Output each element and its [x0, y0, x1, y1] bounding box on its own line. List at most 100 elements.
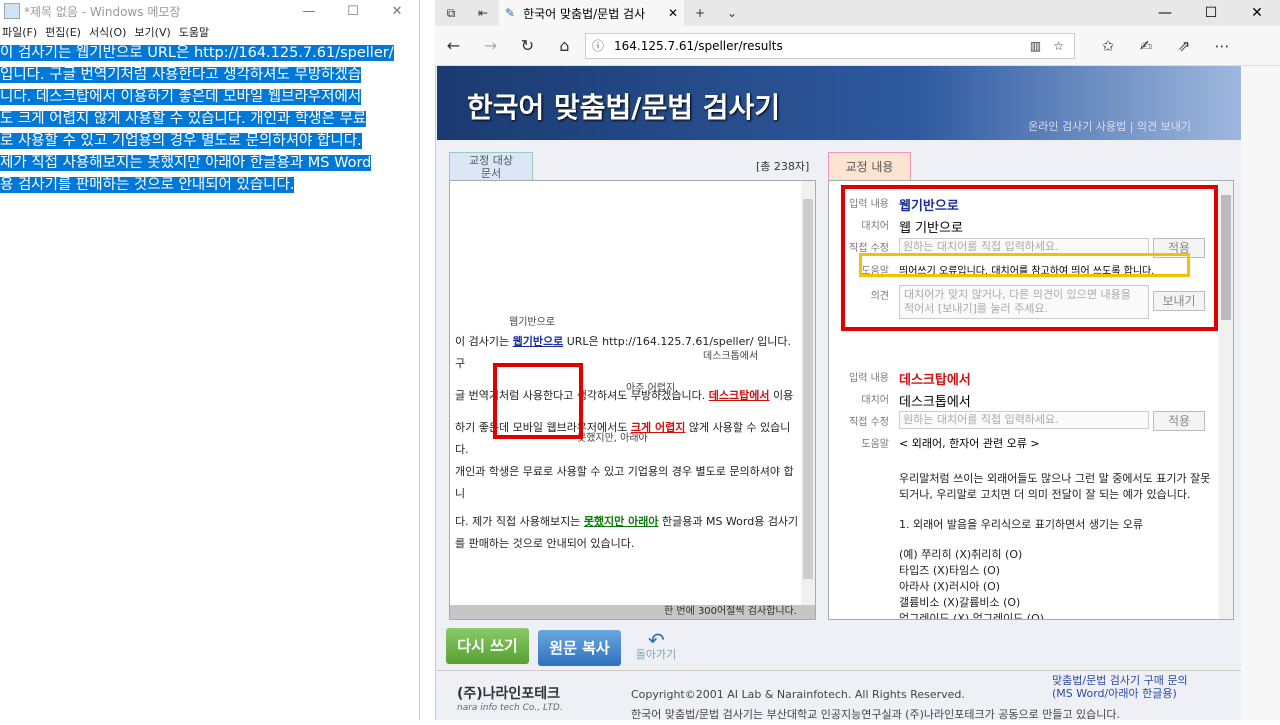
text-line: 로 사용할 수 있고 기업용의 경우 별도로 문의하셔야 합니다.: [0, 133, 362, 149]
text-line: 도 크게 어렵지 않게 사용할 수 있습니다. 개인과 학생은 무료: [0, 111, 367, 127]
page-footer: (주)나라인포테크 nara info tech Co., LTD. Copyri…: [437, 670, 1241, 721]
pen-icon[interactable]: ✍: [1131, 37, 1161, 55]
minimize-icon[interactable]: —: [287, 4, 331, 19]
purchase-link[interactable]: 맞춤법/문법 검사기 구매 문의 (MS Word/아래아 한글용): [1052, 674, 1188, 700]
tab-bar: ⧉ ⇤ ✎ 한국어 맞춤법/문법 검사 ✕ + ⌄ — ☐ ✕: [435, 0, 1280, 26]
help-body: 우리말처럼 쓰이는 외래어들도 많으나 그런 말 중에서도 표기가 잘못되거나,…: [899, 471, 1219, 620]
help-line: 업그레이드 (X) 업그레이드 (O): [899, 612, 1045, 620]
close-icon[interactable]: ✕: [375, 4, 419, 19]
browser-window: ⧉ ⇤ ✎ 한국어 맞춤법/문법 검사 ✕ + ⌄ — ☐ ✕ ← → ↻ ⌂ …: [435, 0, 1280, 721]
label-replacement: 대치어: [861, 395, 889, 406]
home-icon[interactable]: ⌂: [546, 36, 583, 55]
menu-view[interactable]: 보기(V): [134, 24, 170, 40]
purchase-line: 맞춤법/문법 검사기 구매 문의: [1052, 674, 1188, 687]
tab-overview-icon[interactable]: ⧉: [435, 6, 467, 21]
source-document-tab: 교정 대상 문서: [449, 152, 533, 180]
notepad-title: *제목 없음 - Windows 메모장: [24, 4, 181, 19]
tab-list-chevron-icon[interactable]: ⌄: [716, 6, 748, 20]
menu-file[interactable]: 파일(F): [2, 24, 37, 40]
help-line: 타입즈 (X)타임스 (O): [899, 564, 1001, 577]
notepad-icon: [4, 3, 20, 19]
back-arrow-icon: ↶: [648, 628, 665, 652]
text-segment: 다. 제가 직접 사용해보지는: [455, 515, 584, 528]
help-line: 1. 외래어 발음을 우리식으로 표기하면서 생기는 오류: [899, 518, 1143, 531]
correction-pane: 입력 내용 웹기반으로 대치어 웹 기반으로 직접 수정 원하는 대치어를 직접 입…: [828, 180, 1234, 620]
text-line: 이 검사기는 웹기반으로 URL은 http://164.125.7.61/sp…: [0, 45, 394, 61]
pane-footer: 한 번에 300어절씩 검사합니다.: [450, 605, 815, 619]
tab-close-icon[interactable]: ✕: [668, 6, 678, 20]
tab-title: 한국어 맞춤법/문법 검사: [523, 6, 646, 21]
error-word[interactable]: 웹기반으로: [513, 335, 564, 348]
source-document-pane: 웹기반으로 데스크톱에서 아주 어렵지 못했지만, 아래아 이 검사기는 웹기반…: [449, 180, 816, 620]
banner-title: 한국어 맞춤법/문법 검사기: [467, 91, 781, 124]
text-segment: 이 검사기는: [455, 335, 513, 348]
notepad-menubar: 파일(F) 편집(E) 서식(O) 보기(V) 도움말: [0, 22, 419, 42]
char-count: [총 238자]: [756, 160, 810, 173]
text-segment: 개인과 학생은 무료로 사용할 수 있고 기업용의 경우 별도로 문의하셔야 합…: [455, 465, 794, 500]
help-line: 우리말처럼 쓰이는 외래어들도 많으나 그런 말 중에서도 표기가 잘못되거나,…: [899, 472, 1211, 501]
reading-view-icon[interactable]: ▥: [1030, 39, 1041, 53]
web-page: 한국어 맞춤법/문법 검사기 온라인 검사기 사용법 | 의견 보내기 교정 대…: [435, 66, 1241, 721]
back-icon[interactable]: ←: [435, 36, 472, 55]
help-line: (예) 쭈리히 (X)취리히 (O): [899, 548, 1023, 561]
text-line: 제가 직접 사용해보지는 못했지만 아래아 한글용과 MS Word: [0, 155, 372, 171]
notepad-textarea[interactable]: 이 검사기는 웹기반으로 URL은 http://164.125.7.61/sp…: [0, 42, 419, 196]
label-help: 도움말: [861, 439, 889, 450]
more-icon[interactable]: ⋯: [1207, 37, 1237, 55]
tab-active[interactable]: ✎ 한국어 맞춤법/문법 검사 ✕: [499, 0, 684, 26]
banner: 한국어 맞춤법/문법 검사기 온라인 검사기 사용법 | 의견 보내기: [437, 66, 1241, 140]
scrollbar[interactable]: [801, 181, 815, 609]
highlight-box: [841, 185, 1218, 331]
set-aside-tabs-icon[interactable]: ⇤: [467, 6, 499, 20]
menu-help[interactable]: 도움말: [179, 24, 209, 40]
address-bar[interactable]: ⓘ 164.125.7.61/speller/results ▥ ☆: [585, 32, 1075, 59]
info-icon[interactable]: ⓘ: [592, 37, 604, 54]
company-logo: (주)나라인포테크 nara info tech Co., LTD.: [457, 683, 563, 713]
error-word[interactable]: 크게 어렵지: [631, 421, 685, 434]
text-line: 니다. 데스크탑에서 이용하기 좋은데 모바일 웹브라우저에서: [0, 89, 362, 105]
copyright: Copyright©2001 AI Lab & Narainfotech. Al…: [631, 685, 1120, 725]
notepad-window: *제목 없음 - Windows 메모장 — ☐ ✕ 파일(F) 편집(E) 서…: [0, 0, 420, 720]
minimize-icon[interactable]: —: [1142, 5, 1188, 21]
favorites-icon[interactable]: ✩: [1093, 37, 1123, 55]
menu-edit[interactable]: 편집(E): [45, 24, 81, 40]
text-segment: 를 판매하는 것으로 안내되어 있습니다.: [455, 537, 635, 550]
maximize-icon[interactable]: ☐: [331, 4, 375, 19]
share-icon[interactable]: ⇗: [1169, 37, 1199, 55]
new-tab-icon[interactable]: +: [684, 6, 716, 20]
help-line: 갤륨비소 (X)갈륨비소 (O): [899, 596, 1021, 609]
label-input: 입력 내용: [849, 373, 889, 384]
banner-links[interactable]: 온라인 검사기 사용법 | 의견 보내기: [1028, 118, 1191, 134]
purchase-line: (MS Word/아래아 한글용): [1052, 687, 1177, 700]
logo-text: (주)나라인포테크: [457, 686, 560, 702]
suggestion-label: 웹기반으로: [509, 317, 555, 328]
label-edit: 직접 수정: [849, 417, 889, 428]
menu-format[interactable]: 서식(O): [89, 24, 126, 40]
copy-original-button[interactable]: 원문 복사: [538, 630, 621, 666]
logo-subtext: nara info tech Co., LTD.: [457, 703, 563, 713]
favorite-star-icon[interactable]: ☆: [1053, 39, 1064, 53]
help-title: < 외래어, 한자어 관련 오류 >: [899, 437, 1040, 450]
copyright-line: Copyright©2001 AI Lab & Narainfotech. Al…: [631, 688, 965, 701]
forward-icon[interactable]: →: [472, 36, 509, 55]
maximize-icon[interactable]: ☐: [1188, 5, 1234, 21]
back-button[interactable]: ↶ 돌아가기: [628, 628, 684, 662]
address-toolbar: ← → ↻ ⌂ ⓘ 164.125.7.61/speller/results ▥…: [435, 26, 1280, 66]
refresh-icon[interactable]: ↻: [509, 36, 546, 55]
replacement-word[interactable]: 데스크톱에서: [899, 391, 971, 410]
copyright-line: 한국어 맞춤법/문법 검사기는 부산대학교 인공지능연구실과 (주)나라인포테크…: [631, 708, 1121, 721]
url-text: 164.125.7.61/speller/results: [614, 38, 783, 53]
error-word[interactable]: 못했지만 아래아: [584, 515, 659, 528]
help-line: 아라사 (X)러시아 (O): [899, 580, 1001, 593]
site-favicon-icon: ✎: [505, 6, 516, 20]
edit-input[interactable]: 원하는 대치어를 직접 입력하세요.: [899, 411, 1149, 429]
rewrite-button[interactable]: 다시 쓰기: [446, 628, 529, 664]
apply-button[interactable]: 적용: [1153, 411, 1205, 431]
text-segment: 한글용과 MS Word용 검사기: [658, 515, 799, 528]
text-line: 용 검사기를 판매하는 것으로 안내되어 있습니다.: [0, 177, 295, 193]
notepad-titlebar: *제목 없음 - Windows 메모장 — ☐ ✕: [0, 0, 419, 22]
text-segment: 이용: [769, 389, 794, 402]
scrollbar[interactable]: [1219, 181, 1233, 619]
error-word[interactable]: 데스크탑에서: [709, 389, 770, 402]
close-icon[interactable]: ✕: [1234, 5, 1280, 21]
